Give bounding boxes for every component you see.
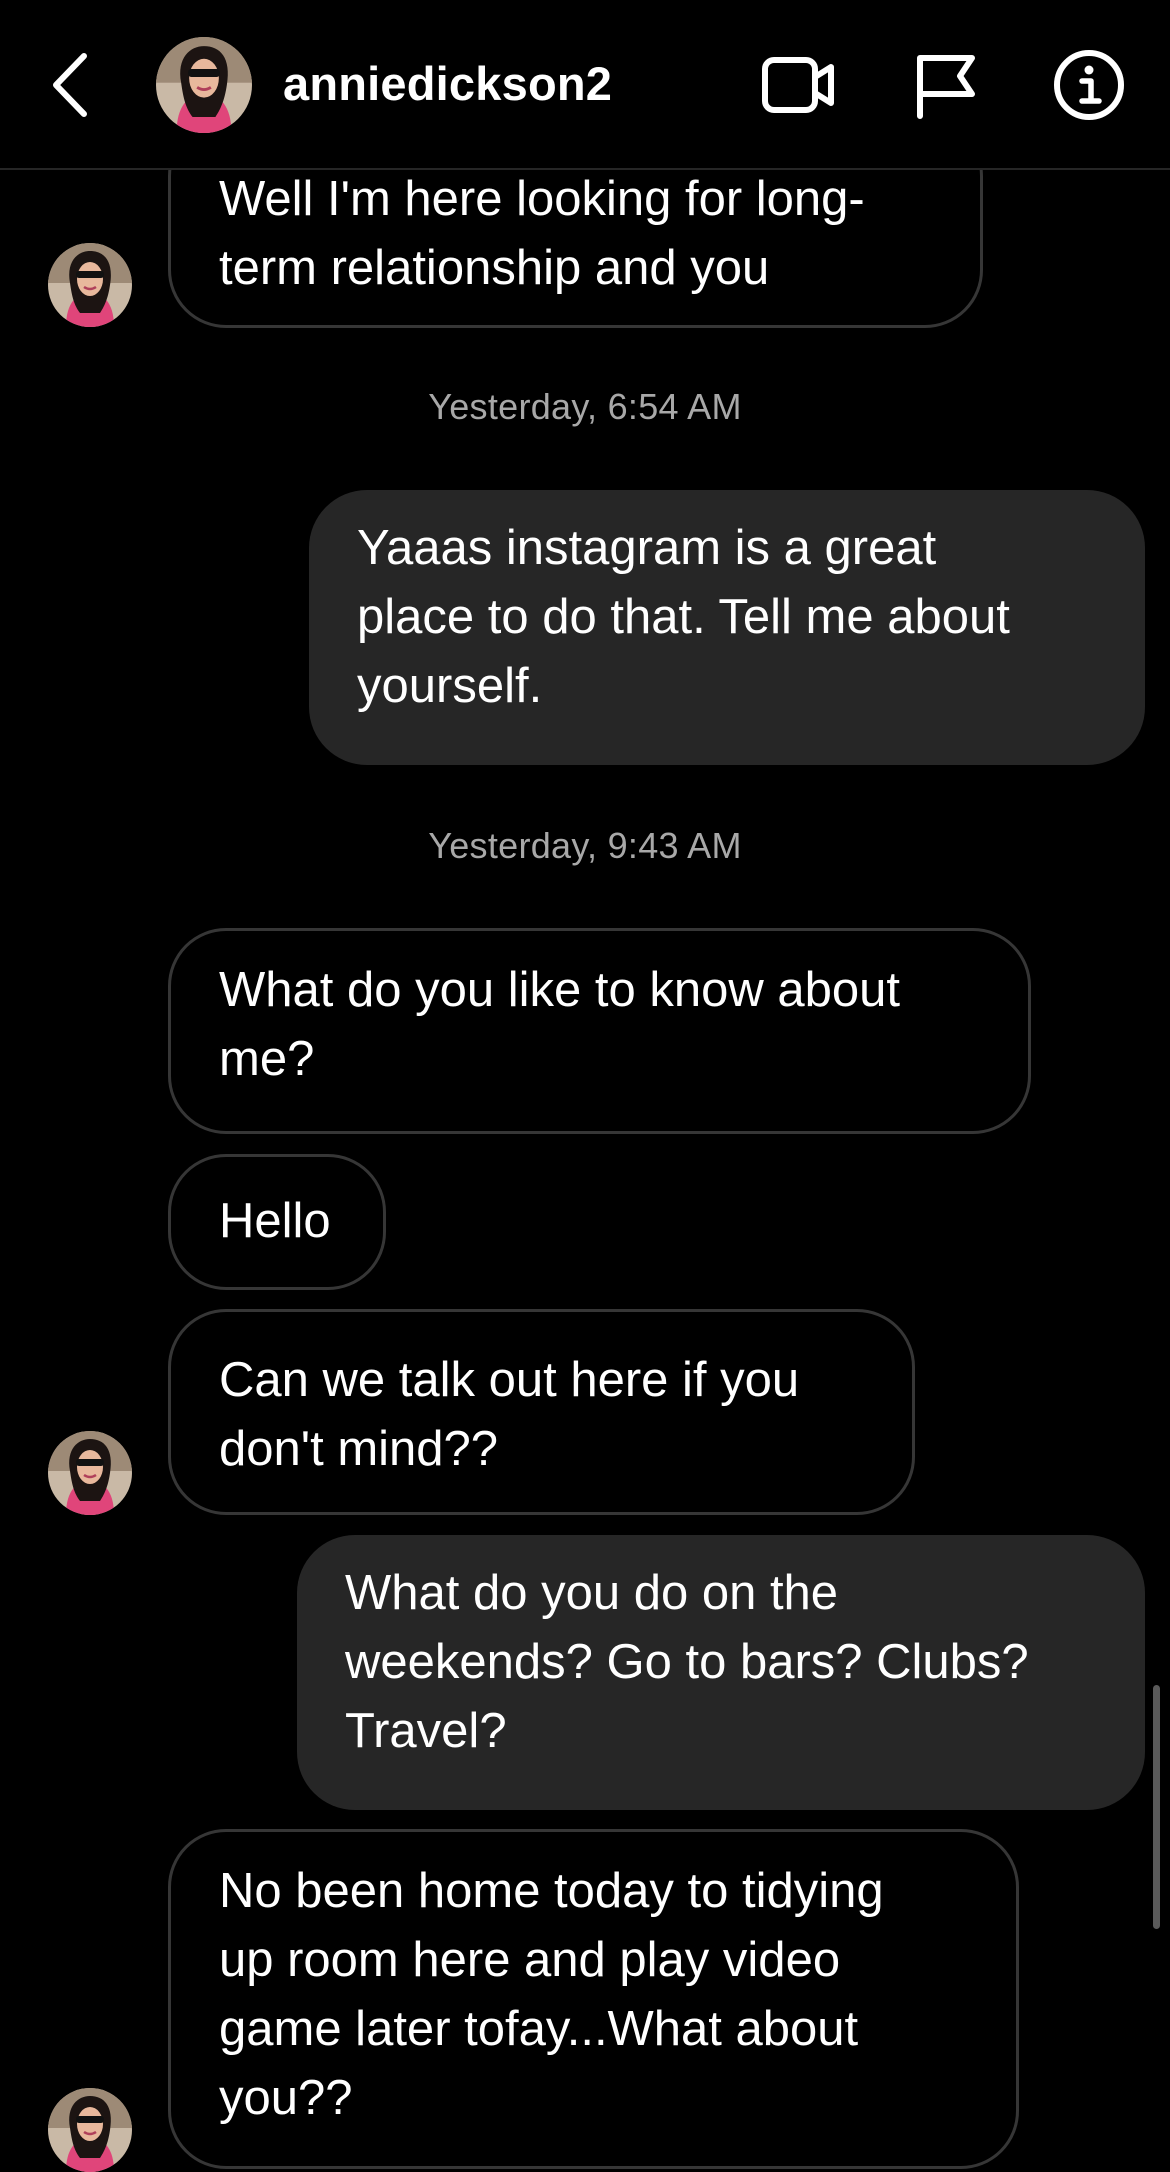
chat-header: anniedickson2 [0, 0, 1170, 170]
message-line: Well I'm here looking for long- [219, 172, 865, 226]
avatar-image [156, 37, 252, 133]
sender-avatar[interactable] [48, 243, 132, 327]
chevron-left-icon [53, 53, 87, 117]
back-button[interactable] [46, 50, 96, 120]
message-line: up room here and play video [219, 1933, 841, 1987]
sender-avatar[interactable] [48, 2088, 132, 2172]
sent-message[interactable]: What do you do on the weekends? Go to ba… [297, 1535, 1145, 1810]
message-line: weekends? Go to bars? Clubs? [345, 1635, 1029, 1689]
message-line: you?? [219, 2071, 353, 2125]
received-message[interactable]: Hello [168, 1154, 386, 1290]
message-line: game later tofay...What about [219, 2002, 859, 2056]
avatar-image [48, 2088, 132, 2172]
message-line: What do you like to know about [219, 963, 900, 1017]
profile-username[interactable]: anniedickson2 [283, 56, 612, 111]
message-line: What do you do on the [345, 1566, 839, 1620]
message-line: yourself. [357, 659, 543, 713]
sent-message[interactable]: Yaaas instagram is a great place to do t… [309, 490, 1145, 765]
scrollbar[interactable] [1153, 1685, 1160, 1929]
timestamp: Yesterday, 9:43 AM [428, 825, 742, 866]
message-line: Yaaas instagram is a great [357, 521, 937, 575]
info-button[interactable] [1052, 48, 1128, 120]
message-line: term relationship and you [219, 241, 770, 295]
profile-avatar[interactable] [156, 37, 252, 133]
video-call-button[interactable] [760, 50, 836, 120]
message-thread[interactable]: Well I'm here looking for long- term rel… [0, 0, 1170, 2172]
message-line: don't mind?? [219, 1422, 499, 1476]
flag-icon [917, 55, 975, 119]
timestamp: Yesterday, 6:54 AM [428, 386, 742, 427]
message-line: Travel? [345, 1704, 507, 1758]
message-line: me? [219, 1032, 315, 1086]
received-message[interactable]: Can we talk out here if you don't mind?? [168, 1309, 915, 1515]
received-message[interactable]: What do you like to know about me? [168, 928, 1031, 1134]
message-line: Can we talk out here if you [219, 1353, 800, 1407]
avatar-image [48, 1431, 132, 1515]
video-camera-icon [762, 57, 834, 113]
message-line: place to do that. Tell me about [357, 590, 1010, 644]
sender-avatar[interactable] [48, 1431, 132, 1515]
info-icon [1054, 50, 1124, 120]
message-line: Hello [219, 1194, 331, 1248]
message-line: No been home today to tidying [219, 1864, 884, 1918]
report-button[interactable] [908, 50, 984, 120]
received-message[interactable]: No been home today to tidying up room he… [168, 1829, 1019, 2169]
avatar-image [48, 243, 132, 327]
